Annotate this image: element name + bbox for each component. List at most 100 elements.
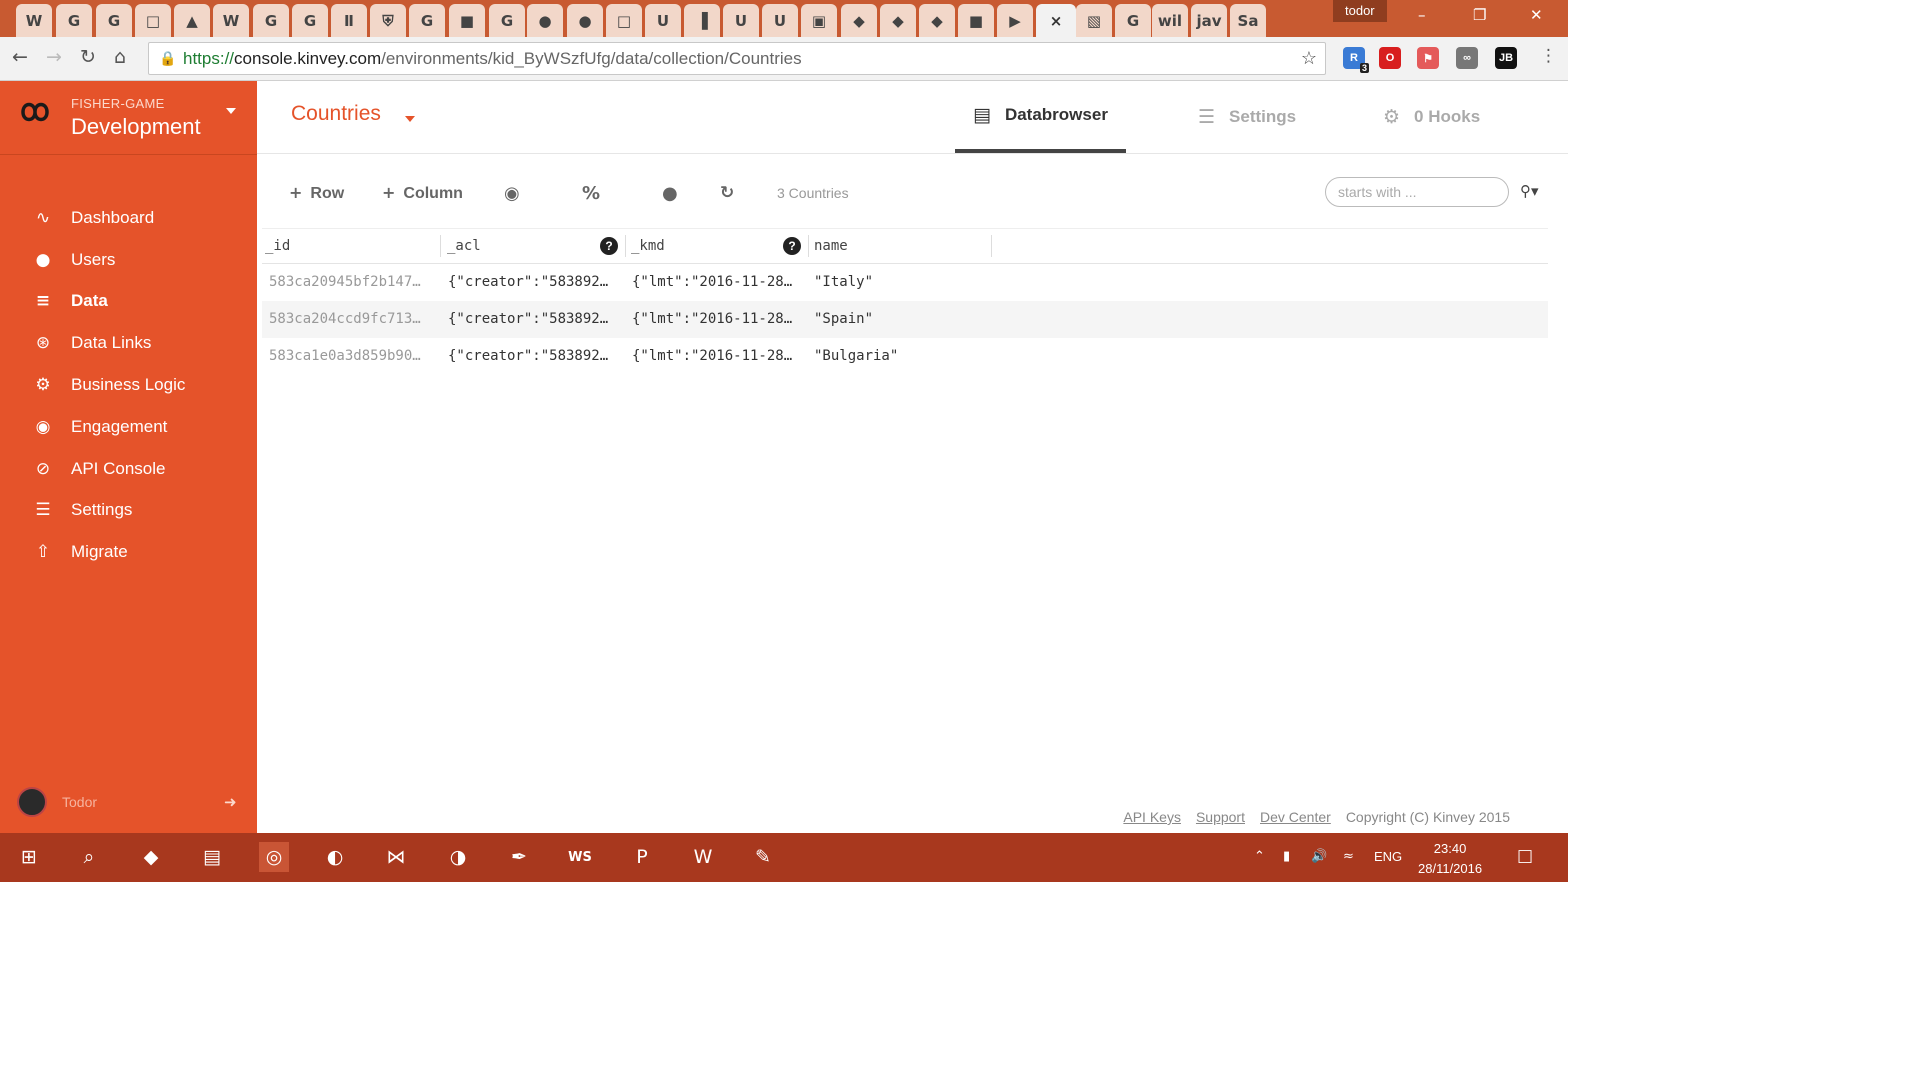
sidebar-item-business-logic[interactable]: ⚙ Business Logic <box>0 364 257 406</box>
browser-tab[interactable]: wil <box>1152 4 1188 37</box>
cell-acl[interactable]: {"creator":"583892… <box>448 338 616 375</box>
column-header-id[interactable]: _id <box>262 229 290 264</box>
cell-name[interactable]: "Italy" <box>814 264 984 301</box>
table-row[interactable]: 583ca20945bf2b147… {"creator":"583892… {"l… <box>262 264 1548 301</box>
cell-acl[interactable]: {"creator":"583892… <box>448 264 616 301</box>
table-row[interactable]: 583ca204ccd9fc713… {"creator":"583892… {"l… <box>262 301 1548 338</box>
browser-tab[interactable]: ▧ <box>1076 4 1112 37</box>
language-indicator[interactable]: ENG <box>1374 849 1402 864</box>
cell-kmd[interactable]: {"lmt":"2016-11-28… <box>632 301 800 338</box>
volume-icon[interactable]: 🔊 <box>1311 849 1327 864</box>
browser-tab[interactable]: ■ <box>958 4 994 37</box>
tab-databrowser[interactable]: ▤ Databrowser <box>955 81 1126 153</box>
browser-tab[interactable]: U <box>723 4 759 37</box>
kinvey-logo-icon[interactable] <box>15 96 55 128</box>
notifications-icon[interactable]: □ <box>1517 846 1533 866</box>
sidebar-item-migrate[interactable]: ⇧ Migrate <box>0 531 257 573</box>
sidebar-item-data[interactable]: ≡ Data <box>0 281 257 323</box>
environment-name[interactable]: Development <box>71 114 201 140</box>
taskbar-firefox-icon[interactable]: ◐ <box>320 842 350 872</box>
extension-icon[interactable]: ∞ <box>1456 47 1478 69</box>
restore-icon[interactable]: ❐ <box>1473 6 1486 24</box>
extension-icon[interactable]: ⚑ <box>1417 47 1439 69</box>
browser-tab[interactable]: × <box>1036 4 1076 37</box>
browser-tab[interactable]: ⛨ <box>370 4 406 37</box>
visibility-button[interactable]: ◉ <box>504 183 520 204</box>
taskbar-powerpoint-icon[interactable]: P <box>627 842 657 872</box>
cell-acl[interactable]: {"creator":"583892… <box>448 301 616 338</box>
browser-tab[interactable]: G <box>292 4 328 37</box>
sidebar-item-engagement[interactable]: ◉ Engagement <box>0 406 257 448</box>
logout-icon[interactable]: ➜ <box>224 793 237 811</box>
footer-link-support[interactable]: Support <box>1196 809 1245 825</box>
collection-dropdown-icon[interactable] <box>405 116 415 122</box>
column-header-name[interactable]: name <box>811 229 848 264</box>
cell-name[interactable]: "Bulgaria" <box>814 338 984 375</box>
clock[interactable]: 23:40 28/11/2016 <box>1418 839 1482 879</box>
close-window-icon[interactable]: ✕ <box>1530 6 1543 24</box>
browser-tab[interactable]: ▐ <box>684 4 720 37</box>
table-row[interactable]: 583ca1e0a3d859b90… {"creator":"583892… {"l… <box>262 338 1548 375</box>
back-icon[interactable]: ← <box>12 46 28 68</box>
cell-name[interactable]: "Spain" <box>814 301 984 338</box>
browser-tab[interactable]: G <box>489 4 525 37</box>
bookmark-star-icon[interactable]: ☆ <box>1301 43 1317 74</box>
collection-title[interactable]: Countries <box>291 102 381 126</box>
reload-icon[interactable]: ↻ <box>80 46 96 68</box>
sidebar-item-users[interactable]: ● Users <box>0 239 257 281</box>
browser-tab[interactable]: U <box>762 4 798 37</box>
browser-tab[interactable]: ● <box>567 4 603 37</box>
sidebar-item-api-console[interactable]: ⊘ API Console <box>0 448 257 490</box>
taskbar-word-icon[interactable]: W <box>688 842 718 872</box>
tray-expand-icon[interactable]: ⌃ <box>1254 849 1265 864</box>
acl-help-icon[interactable]: ? <box>600 237 618 255</box>
refresh-button[interactable]: ↻ <box>720 183 734 203</box>
browser-tab[interactable]: ■ <box>449 4 485 37</box>
browser-tab[interactable]: G <box>253 4 289 37</box>
taskbar-visual-studio-icon[interactable]: ⋈ <box>381 842 411 872</box>
cell-kmd[interactable]: {"lmt":"2016-11-28… <box>632 264 800 301</box>
search-input[interactable] <box>1325 177 1509 207</box>
taskbar-search-icon[interactable]: ⌕ <box>74 842 104 872</box>
browser-tab[interactable]: □ <box>606 4 642 37</box>
battery-icon[interactable]: ▮ <box>1283 849 1290 864</box>
cell-id[interactable]: 583ca1e0a3d859b90… <box>269 338 437 375</box>
sidebar-item-data-links[interactable]: ⊛ Data Links <box>0 322 257 364</box>
profile-name-chip[interactable]: todor <box>1333 0 1387 22</box>
sidebar-item-dashboard[interactable]: ∿ Dashboard <box>0 197 257 239</box>
percent-button[interactable]: % <box>582 183 600 204</box>
browser-tab[interactable]: □ <box>135 4 171 37</box>
browser-tab[interactable]: G <box>409 4 445 37</box>
taskbar-app-shield-icon[interactable]: ◆ <box>136 842 166 872</box>
browser-tab[interactable]: ◆ <box>919 4 955 37</box>
environment-dropdown-icon[interactable] <box>226 108 236 114</box>
sidebar-item-settings[interactable]: ☰ Settings <box>0 490 257 532</box>
footer-link-dev-center[interactable]: Dev Center <box>1260 809 1331 825</box>
cell-id[interactable]: 583ca20945bf2b147… <box>269 264 437 301</box>
column-header-kmd[interactable]: _kmd <box>628 229 665 264</box>
browser-tab[interactable]: ▣ <box>801 4 837 37</box>
forward-icon[interactable]: → <box>46 46 62 68</box>
browser-tab[interactable]: ● <box>527 4 563 37</box>
browser-tab[interactable]: G <box>56 4 92 37</box>
wifi-icon[interactable]: ≈ <box>1343 849 1354 864</box>
browser-tab[interactable]: Ⅱ <box>331 4 367 37</box>
taskbar-app-feather-icon[interactable]: ✒ <box>504 842 534 872</box>
extension-icon[interactable]: JB <box>1495 47 1517 69</box>
kmd-help-icon[interactable]: ? <box>783 237 801 255</box>
minimize-icon[interactable]: – <box>1418 6 1426 24</box>
browser-tab[interactable]: ▲ <box>174 4 210 37</box>
add-row-button[interactable]: + Row <box>289 183 344 203</box>
taskbar-file-explorer-icon[interactable]: ▤ <box>197 842 227 872</box>
browser-tab[interactable]: ▶ <box>997 4 1033 37</box>
browser-tab[interactable]: G <box>96 4 132 37</box>
extension-icon[interactable]: R3 <box>1343 47 1369 73</box>
browser-tab[interactable]: G <box>1115 4 1151 37</box>
taskbar-chrome-icon[interactable]: ◎ <box>259 842 289 872</box>
taskbar-thunderbird-icon[interactable]: ◑ <box>443 842 473 872</box>
add-column-button[interactable]: + Column <box>382 183 463 203</box>
search-icon[interactable]: ⚲▾ <box>1520 182 1539 200</box>
browser-tab[interactable]: jav <box>1191 4 1227 37</box>
tab-0-hooks[interactable]: ⚙ 0 Hooks <box>1383 81 1480 153</box>
taskbar-webstorm-icon[interactable]: WS <box>565 842 595 872</box>
